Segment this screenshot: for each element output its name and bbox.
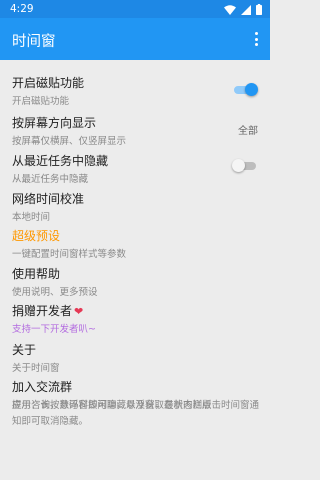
- setting-subtitle: 按屏幕仅横屏、仅竖屏显示: [12, 136, 127, 147]
- hide-recents-switch[interactable]: [232, 159, 256, 172]
- setting-super-preset[interactable]: 超级预设 一键配置时间窗样式等参数: [0, 227, 270, 261]
- setting-title: 使用帮助: [12, 267, 61, 281]
- status-bar: 4:29: [0, 0, 270, 18]
- setting-subtitle: 开启磁贴功能: [12, 96, 70, 107]
- heart-icon: ❤: [74, 305, 84, 318]
- tile-switch[interactable]: [234, 83, 258, 96]
- setting-title: 捐赠开发者: [12, 304, 73, 318]
- setting-help[interactable]: 使用帮助 使用说明、更多预设: [0, 265, 270, 299]
- orientation-value: 全部: [238, 126, 258, 137]
- setting-network-time[interactable]: 网络时间校准 本地时间: [0, 190, 270, 224]
- setting-about[interactable]: 关于 关于时间窗: [0, 341, 270, 375]
- setting-subtitle: 关于时间窗: [12, 363, 60, 374]
- setting-title: 关于: [12, 343, 37, 357]
- setting-subtitle: 支持一下开发者叭~: [12, 324, 96, 335]
- setting-title: 加入交流群: [12, 380, 73, 394]
- setting-title: 超级预设: [12, 229, 61, 243]
- status-time: 4:29: [10, 3, 34, 15]
- setting-donate[interactable]: 捐赠开发者 ❤ 支持一下开发者叭~: [0, 302, 270, 336]
- setting-subtitle: 一键配置时间窗样式等参数: [12, 249, 127, 260]
- setting-hide-recents[interactable]: 从最近任务中隐藏 从最近任务中隐藏: [0, 152, 270, 186]
- battery-icon: [256, 4, 262, 15]
- setting-title: 网络时间校准: [12, 192, 85, 206]
- setting-subtitle: 本地时间: [12, 212, 51, 223]
- hint-text: 提示：长按悬浮窗即可隐藏悬浮窗，在状态栏点击时间窗通知即可取消隐藏。: [12, 400, 260, 427]
- more-vert-icon[interactable]: [251, 30, 261, 48]
- setting-subtitle: 使用说明、更多预设: [12, 287, 98, 298]
- setting-screen-orientation[interactable]: 按屏幕方向显示 按屏幕仅横屏、仅竖屏显示 全部: [0, 114, 270, 148]
- setting-tile[interactable]: 开启磁贴功能 开启磁贴功能: [0, 74, 270, 108]
- setting-subtitle: 从最近任务中隐藏: [12, 174, 89, 185]
- wifi-icon: [224, 4, 236, 15]
- setting-title: 开启磁贴功能: [12, 76, 85, 90]
- app-title: 时间窗: [12, 34, 56, 50]
- signal-icon: [241, 4, 251, 15]
- setting-title-wrap: 捐赠开发者 ❤: [12, 302, 83, 319]
- app-bar: 时间窗: [0, 18, 270, 60]
- status-icons: [224, 4, 262, 15]
- setting-title: 按屏幕方向显示: [12, 116, 97, 130]
- setting-title: 从最近任务中隐藏: [12, 154, 109, 168]
